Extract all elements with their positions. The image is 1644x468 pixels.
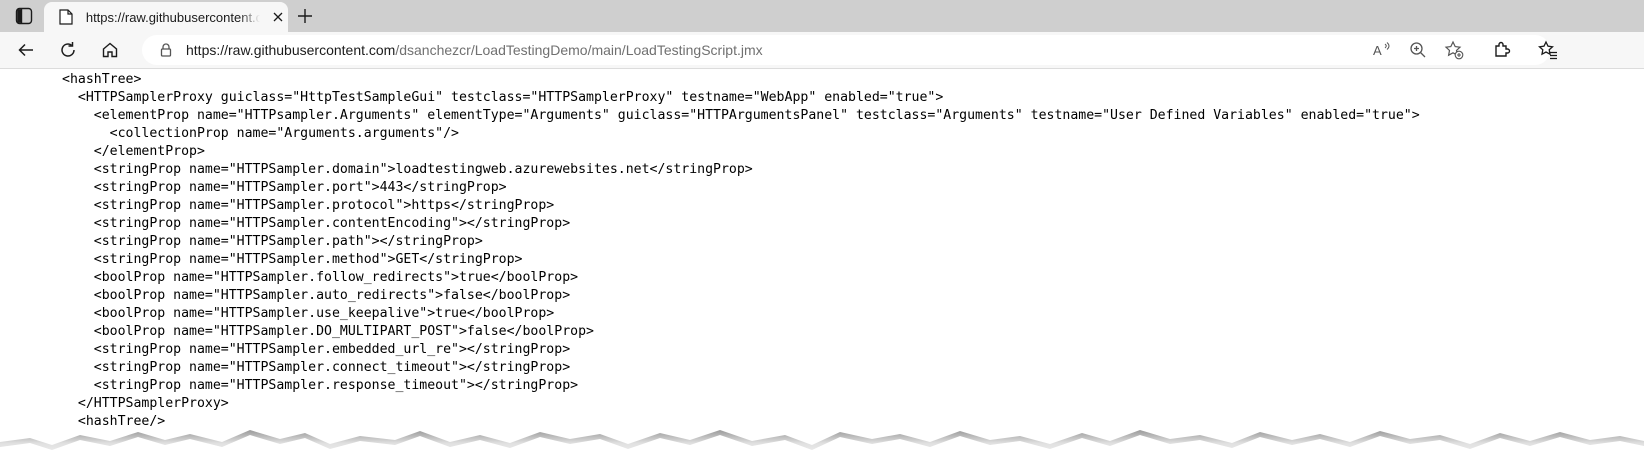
refresh-icon[interactable] bbox=[54, 36, 82, 64]
xml-line: </HTTPSamplerProxy> bbox=[62, 396, 229, 411]
add-favorite-icon[interactable] bbox=[1444, 40, 1464, 60]
home-icon[interactable] bbox=[96, 36, 124, 64]
xml-line: <stringProp name="HTTPSampler.method">GE… bbox=[62, 252, 523, 267]
active-tab[interactable]: https://raw.githubusercontent.com/dsanch… bbox=[44, 2, 288, 32]
xml-line: <stringProp name="HTTPSampler.path"></st… bbox=[62, 234, 483, 249]
address-bar[interactable]: https://raw.githubusercontent.com/dsanch… bbox=[142, 35, 1550, 65]
close-icon[interactable] bbox=[268, 7, 288, 27]
xml-line: <boolProp name="HTTPSampler.auto_redirec… bbox=[62, 288, 571, 303]
xml-line: <boolProp name="HTTPSampler.use_keepaliv… bbox=[62, 306, 555, 321]
xml-line: <stringProp name="HTTPSampler.contentEnc… bbox=[62, 216, 571, 231]
xml-line: <elementProp name="HTTPsampler.Arguments… bbox=[62, 108, 1420, 123]
extensions-icon[interactable] bbox=[1488, 36, 1516, 64]
tab-actions-icon[interactable] bbox=[6, 2, 42, 30]
xml-line: <stringProp name="HTTPSampler.response_t… bbox=[62, 378, 579, 393]
xml-line: <stringProp name="HTTPSampler.protocol">… bbox=[62, 198, 555, 213]
url-path: /dsanchezcr/LoadTestingDemo/main/LoadTes… bbox=[395, 42, 763, 58]
url-text[interactable]: https://raw.githubusercontent.com/dsanch… bbox=[186, 35, 763, 65]
tab-title: https://raw.githubusercontent.com/dsanch… bbox=[85, 9, 261, 25]
xml-line: <stringProp name="HTTPSampler.connect_ti… bbox=[62, 360, 571, 375]
xml-line: <HTTPSamplerProxy guiclass="HttpTestSamp… bbox=[62, 90, 944, 105]
tab-strip: https://raw.githubusercontent.com/dsanch… bbox=[0, 0, 1644, 32]
xml-line: <collectionProp name="Arguments.argument… bbox=[62, 126, 459, 141]
xml-line: <boolProp name="HTTPSampler.follow_redir… bbox=[62, 270, 579, 285]
xml-line: <boolProp name="HTTPSampler.DO_MULTIPART… bbox=[62, 324, 594, 339]
page-icon bbox=[58, 9, 74, 25]
torn-edge-decoration bbox=[0, 430, 1644, 468]
favorites-icon[interactable] bbox=[1534, 36, 1562, 64]
zoom-icon[interactable] bbox=[1408, 40, 1428, 60]
page-content: <hashTree> <HTTPSamplerProxy guiclass="H… bbox=[0, 69, 1644, 468]
plus-icon[interactable] bbox=[294, 5, 316, 27]
read-aloud-icon[interactable]: A bbox=[1372, 40, 1392, 60]
xml-source: <hashTree> <HTTPSamplerProxy guiclass="H… bbox=[0, 71, 1420, 431]
lock-icon[interactable] bbox=[158, 42, 174, 58]
xml-line: <hashTree> bbox=[62, 72, 142, 87]
xml-line: <stringProp name="HTTPSampler.port">443<… bbox=[62, 180, 507, 195]
navigation-toolbar: https://raw.githubusercontent.com/dsanch… bbox=[0, 32, 1644, 69]
back-arrow-icon[interactable] bbox=[12, 36, 40, 64]
xml-line: <stringProp name="HTTPSampler.domain">lo… bbox=[62, 162, 753, 177]
xml-line: <stringProp name="HTTPSampler.embedded_u… bbox=[62, 342, 571, 357]
xml-line: </elementProp> bbox=[62, 144, 205, 159]
url-origin: https://raw.githubusercontent.com bbox=[186, 42, 396, 58]
svg-text:A: A bbox=[1373, 43, 1382, 58]
